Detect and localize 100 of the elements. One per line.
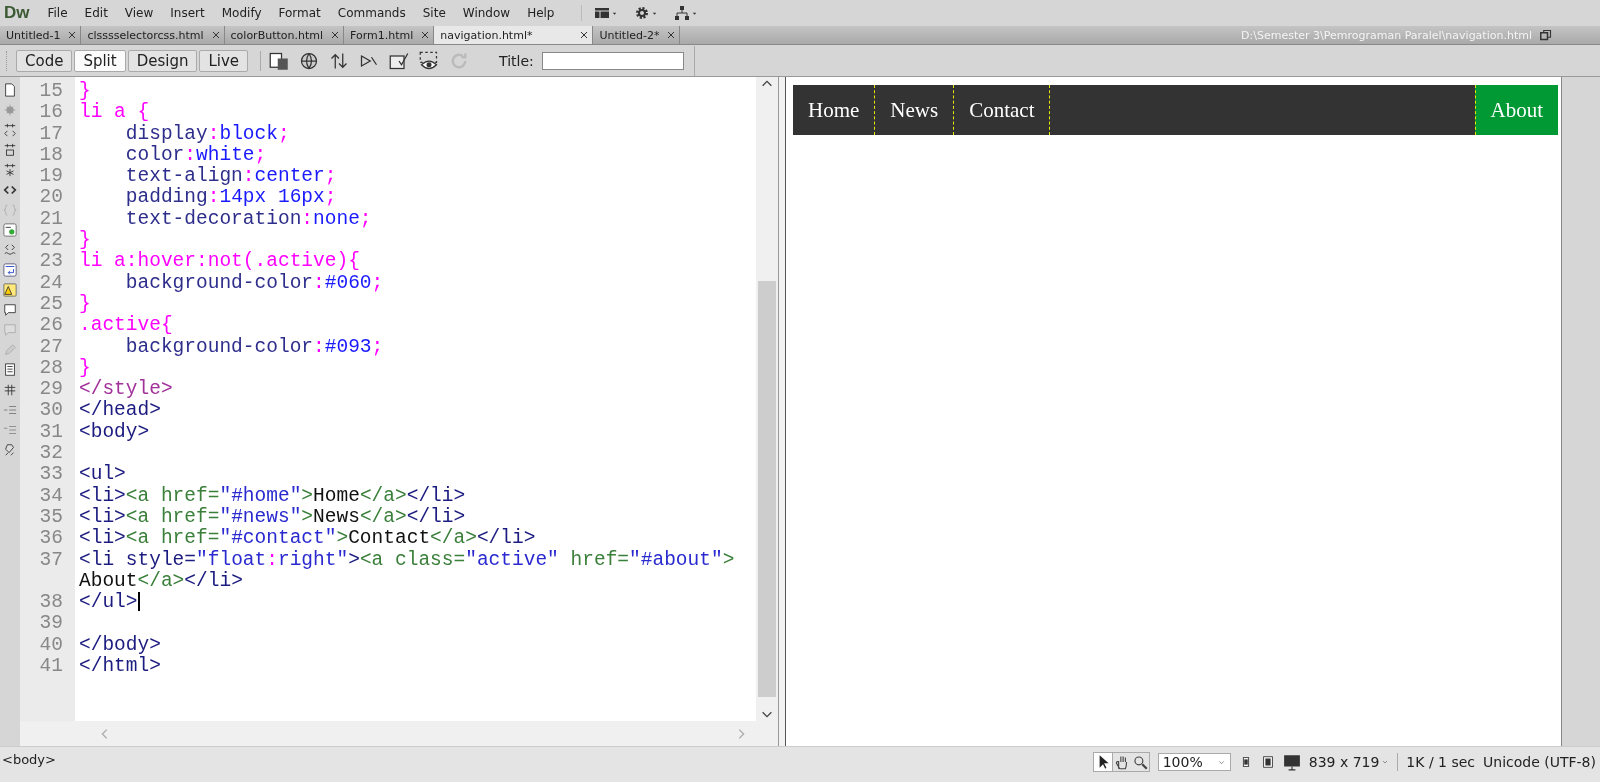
line-number: 33 [38,464,64,486]
line-number: 41 [38,656,64,678]
code-line: } [78,293,92,315]
line-number: 26 [38,315,64,337]
close-icon[interactable] [331,31,340,39]
document-tab[interactable]: clsssselectorcss.html [81,26,225,44]
line-number: 19 [38,166,64,188]
code-line: li a { [78,102,151,124]
highlight-icon[interactable] [3,223,17,237]
collapse-icon[interactable] [3,143,17,157]
menu-item[interactable]: Commands [337,6,406,20]
line-number: 15 [38,81,64,103]
line-number: 16 [38,102,64,124]
document-tab[interactable]: navigation.html* [434,26,594,44]
nav-link[interactable]: News [875,85,955,135]
restore-icon[interactable] [1540,29,1552,41]
code-line: </style> [78,379,174,401]
table-icon[interactable] [3,383,17,397]
scrollbar-thumb[interactable] [758,281,776,697]
line-number: 22 [38,230,64,252]
line-number: 21 [38,208,64,231]
line-number: 28 [38,357,64,380]
document-icon[interactable] [3,83,17,97]
line-number: 31 [38,421,64,444]
menu-item[interactable]: Edit [84,6,108,20]
warning-icon[interactable] [3,283,17,297]
close-icon[interactable] [580,31,589,39]
gear-icon[interactable] [634,5,651,21]
comment-icon[interactable] [3,303,17,317]
wavy-tag-icon[interactable] [3,243,17,257]
encoding: Unicode (UTF-8) [1483,754,1596,770]
view-button[interactable]: Live [199,49,249,72]
menu-item[interactable]: Insert [170,6,205,20]
line-number: 40 [38,634,64,656]
download-time: 1K / 1 sec [1406,754,1476,770]
nav-link[interactable]: About [1474,85,1558,135]
code-line: <li style="float:right"><a class="active" href="#about"> [78,549,736,571]
line-number: 20 [38,187,64,209]
eye-icon[interactable] [419,50,440,71]
globe-icon[interactable] [299,50,320,71]
monitor-icon[interactable] [1282,753,1301,771]
tag-selector[interactable]: <body> [2,752,56,767]
code-line: About</a></li> [78,570,244,592]
app-logo: Dw [4,3,30,23]
asterisk-icon[interactable] [3,163,17,177]
code-line: <body> [78,421,151,444]
nav-link[interactable]: Home [793,85,876,135]
expand-tag-icon[interactable] [3,123,17,137]
code-line: display:block; [124,123,291,145]
code-line: } [78,357,92,379]
pane-splitter[interactable] [779,77,786,746]
window-size-dropdown[interactable]: 839 x 719 [1308,754,1390,770]
nav-link[interactable]: Contact [954,85,1051,135]
menu-item[interactable]: File [47,6,68,20]
document-tab[interactable]: colorButton.html [224,26,345,44]
code-line: </html> [78,656,162,678]
menu-item[interactable]: View [124,6,154,20]
code-line: <li><a href="#home">Home</a></li> [78,485,467,507]
tablet-size-icon[interactable] [1260,755,1275,769]
checklist-icon[interactable] [389,50,410,71]
sitemap-icon[interactable] [674,5,691,21]
line-number: 23 [38,251,64,273]
devices-icon[interactable] [269,50,290,71]
close-icon[interactable] [211,31,220,39]
view-button[interactable]: Design [127,49,198,72]
format-icon[interactable] [3,443,17,457]
code-line: text-decoration:none; [124,208,373,231]
layout-icon[interactable] [594,5,611,21]
menu-item[interactable]: Window [462,6,511,20]
view-button[interactable]: Code [16,49,73,72]
menu-item[interactable]: Help [527,6,555,20]
code-line: </head> [78,400,162,422]
view-button[interactable]: Split [74,49,126,72]
line-number: 37 [38,549,64,571]
close-icon[interactable] [68,31,77,39]
page-icon[interactable] [3,363,17,377]
line-number: 24 [38,272,64,294]
line-number: 17 [38,123,64,145]
line-number: 34 [38,485,64,507]
menu-item[interactable]: Site [422,6,446,20]
document-tab[interactable]: Untitled-1 [0,26,82,44]
close-icon[interactable] [421,31,430,39]
indent-icon[interactable] [3,403,17,417]
file-path: D:\Semester 3\Pemrograman Paralel\navigation.html [1241,28,1532,42]
line-number: 27 [38,336,64,358]
code-line: </ul> [78,592,141,614]
close-icon[interactable] [667,31,676,39]
zoom-dropdown[interactable]: 100% [1157,753,1231,771]
line-number: 39 [38,613,64,635]
title-field[interactable] [541,51,684,70]
line-number: 29 [38,379,64,401]
code-line: <li><a href="#contact">Contact</a></li> [78,528,537,550]
menu-item[interactable]: Modify [221,6,262,20]
code-line: color:white; [124,144,268,166]
document-tab[interactable]: Untitled-2* [593,26,681,44]
wrap-icon[interactable] [3,263,17,277]
menu-item[interactable]: Format [278,6,321,20]
caret-icon [1381,758,1390,766]
title-label: Title: [499,52,534,69]
tag-icon[interactable] [3,183,17,197]
